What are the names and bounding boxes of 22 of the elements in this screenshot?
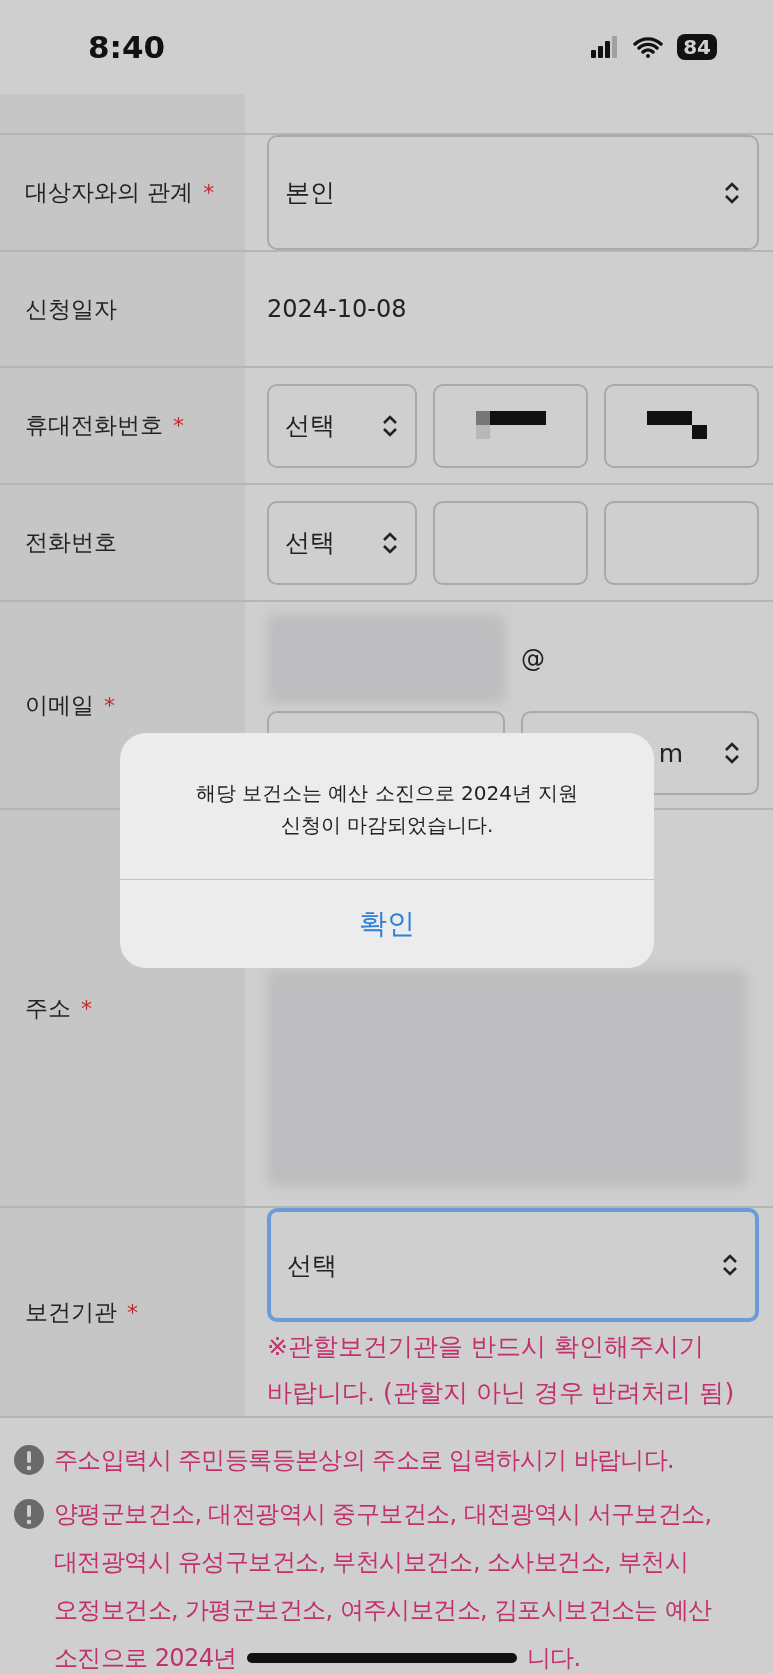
notice-text: 주소입력시 주민등록등본상의 주소로 입력하시기 바랍니다. bbox=[54, 1445, 675, 1476]
alert-message: 해당 보건소는 예산 소진으로 2024년 지원 신청이 마감되었습니다. bbox=[120, 733, 654, 880]
field-label: 신청일자 bbox=[25, 294, 117, 324]
required-mark: * bbox=[173, 413, 184, 438]
required-mark: * bbox=[127, 1299, 138, 1325]
battery-level: 84 bbox=[677, 34, 717, 60]
field-label: 대상자와의 관계 bbox=[25, 178, 194, 207]
field-label: 주소 bbox=[25, 993, 71, 1023]
field-label: 휴대전화번호 bbox=[25, 411, 163, 440]
field-label: 이메일 bbox=[25, 690, 94, 720]
required-mark: * bbox=[104, 692, 115, 718]
field-label: 전화번호 bbox=[25, 528, 117, 557]
required-mark: * bbox=[203, 180, 215, 205]
date-value: 2024-10-08 bbox=[267, 295, 408, 323]
required-mark: * bbox=[81, 995, 92, 1021]
at-sign: @ bbox=[521, 645, 546, 673]
notice-text: 니다. bbox=[526, 1643, 581, 1673]
notice-text: 양평군보건소, 대전광역시 중구보건소, 대전광역시 서구보건소, 대전광역시 유성구보건소, 부천시보건소, 소사보건소, 부천시 오정보건소, 가평군보건소, 여주시보건소, 김포시보건소는 예산 bbox=[54, 1499, 713, 1626]
warning-note: ※관할보건기관을 반드시 확인해주시기 바랍니다. (관할지 아닌 경우 반려처리 됨) bbox=[267, 1331, 736, 1409]
notice-text: 소진으로 2024년 bbox=[54, 1643, 237, 1673]
status-time: 8:40 bbox=[88, 29, 166, 65]
field-label: 보건기관 bbox=[25, 1297, 117, 1327]
